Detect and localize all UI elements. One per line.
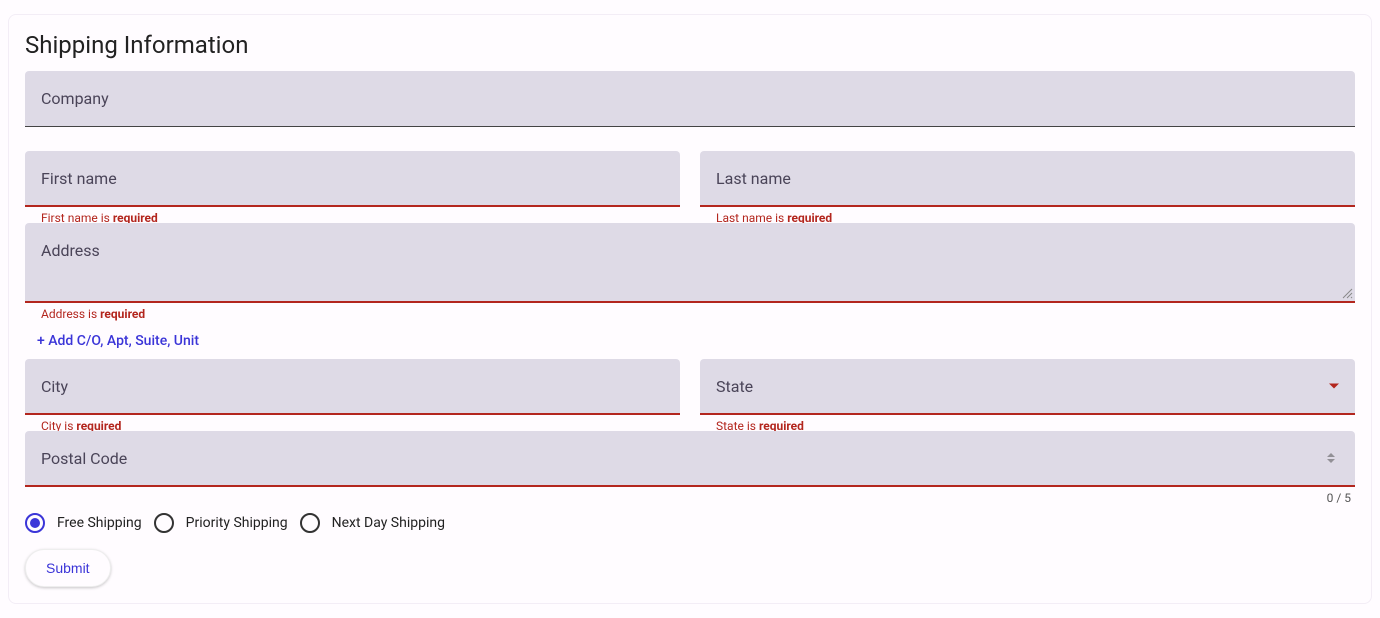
company-field[interactable]: Company <box>25 71 1355 127</box>
city-field[interactable]: City <box>25 359 680 415</box>
address-error: Address is required <box>25 303 1355 323</box>
shipping-option-nextday[interactable]: Next Day Shipping <box>300 513 445 533</box>
company-label: Company <box>41 89 109 108</box>
add-address-line-button[interactable]: + Add C/O, Apt, Suite, Unit <box>25 323 211 359</box>
radio-icon <box>300 513 320 533</box>
radio-icon <box>25 513 45 533</box>
radio-label: Next Day Shipping <box>332 515 445 531</box>
shipping-option-priority[interactable]: Priority Shipping <box>154 513 288 533</box>
address-label: Address <box>41 241 100 260</box>
shipping-options-group: Free Shipping Priority Shipping Next Day… <box>25 513 1355 533</box>
last-name-field[interactable]: Last name <box>700 151 1355 207</box>
form-title: Shipping Information <box>25 31 1355 59</box>
postal-code-field[interactable]: Postal Code <box>25 431 1355 487</box>
address-field[interactable]: Address <box>25 223 1355 303</box>
dropdown-arrow-icon <box>1329 384 1339 389</box>
radio-icon <box>154 513 174 533</box>
radio-label: Priority Shipping <box>186 515 288 531</box>
resize-handle-icon <box>1341 287 1353 299</box>
shipping-form-card: Shipping Information Company First name … <box>8 14 1372 604</box>
shipping-option-free[interactable]: Free Shipping <box>25 513 142 533</box>
first-name-field[interactable]: First name <box>25 151 680 207</box>
first-name-label: First name <box>41 169 117 188</box>
postal-code-label: Postal Code <box>41 449 127 468</box>
number-stepper-icon[interactable] <box>1327 448 1341 468</box>
radio-label: Free Shipping <box>57 515 142 531</box>
city-label: City <box>41 377 68 396</box>
state-label: State <box>716 377 753 396</box>
state-select[interactable]: State <box>700 359 1355 415</box>
postal-code-counter: 0 / 5 <box>1327 491 1351 505</box>
submit-button[interactable]: Submit <box>25 549 111 587</box>
last-name-label: Last name <box>716 169 791 188</box>
